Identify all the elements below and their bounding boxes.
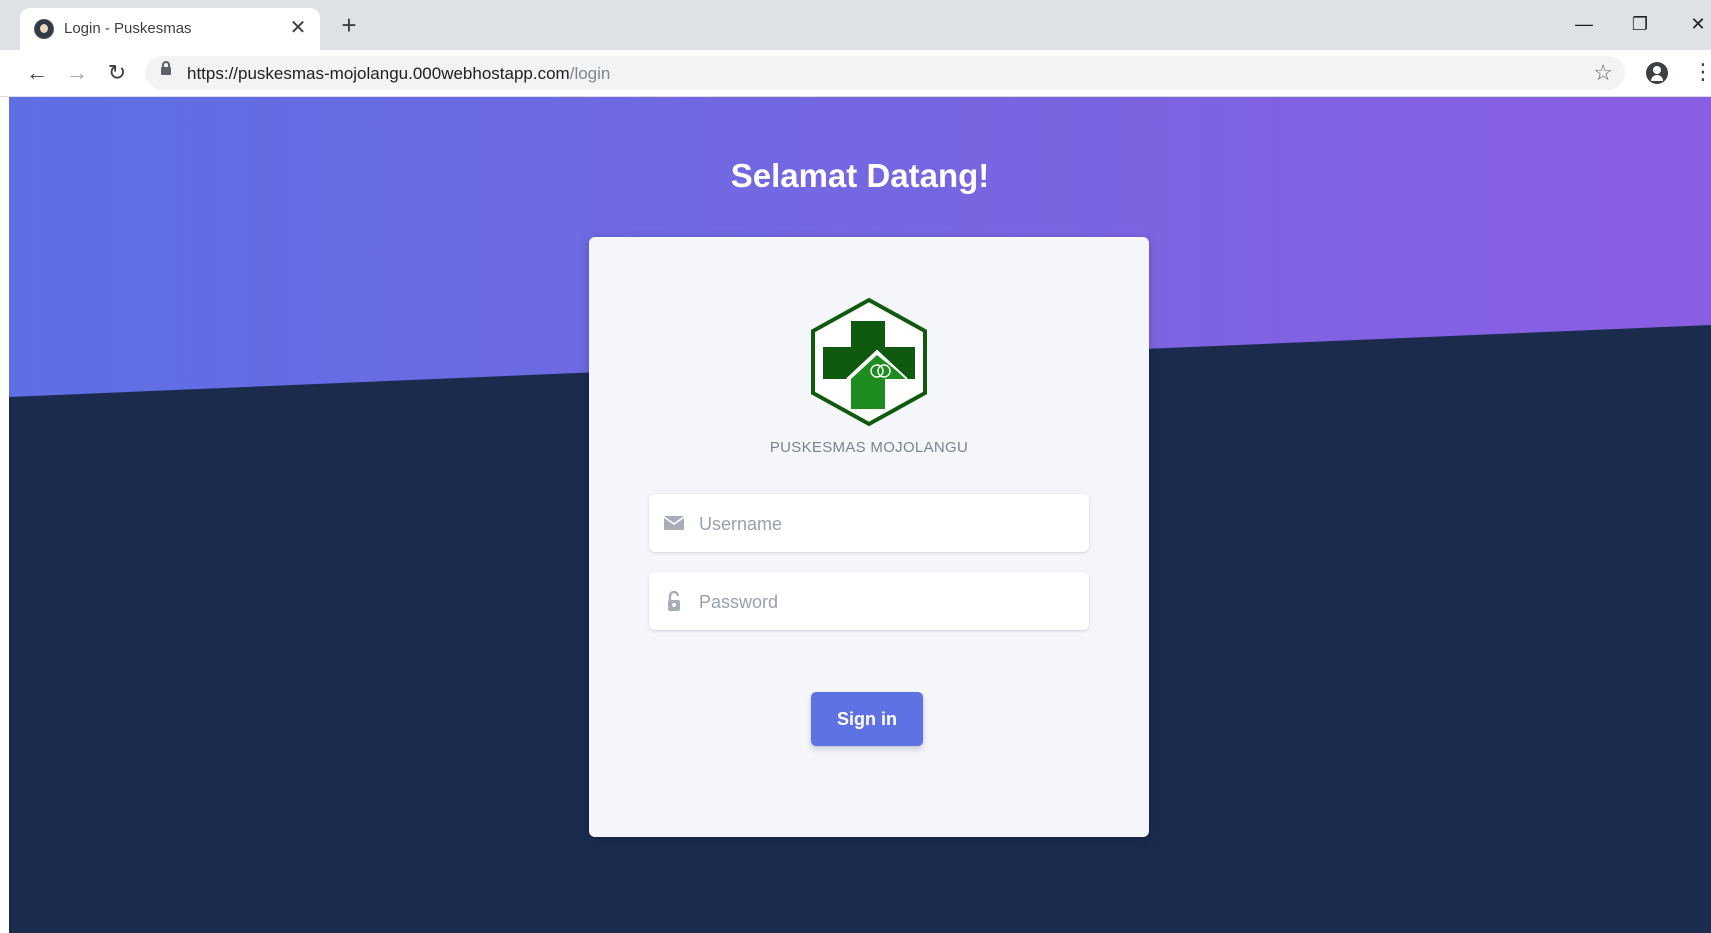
browser-toolbar: ← → ↻ https://puskesmas-mojolangu.000web… [0,50,1711,97]
url-path: /login [569,64,611,83]
browser-tab[interactable]: Login - Puskesmas ✕ [20,8,320,50]
puskesmas-logo-icon [811,297,927,427]
close-window-button[interactable]: ✕ [1684,12,1711,36]
username-field[interactable] [649,494,1089,554]
new-tab-button[interactable]: + [336,12,362,38]
bookmark-star-icon[interactable]: ☆ [1593,60,1613,86]
page-content: Selamat Datang! PUSKESMAS MOJOLANGU User… [9,97,1711,933]
minimize-button[interactable]: — [1570,12,1598,36]
url-base: https://puskesmas-mojolangu.000webhostap… [187,64,570,83]
profile-icon[interactable] [1646,62,1668,84]
restore-button[interactable]: ❐ [1626,12,1654,36]
browser-tabstrip: Login - Puskesmas ✕ + — ❐ ✕ [0,0,1711,50]
menu-icon[interactable]: ⋮ [1692,60,1711,84]
sign-in-button[interactable]: Sign in [811,692,923,746]
login-card: PUSKESMAS MOJOLANGU Sign in [589,237,1149,837]
brand-name: PUSKESMAS MOJOLANGU [769,439,969,456]
back-button[interactable]: ← [24,60,50,86]
reload-button[interactable]: ↻ [104,60,130,86]
lock-icon[interactable] [161,61,171,75]
tab-title: Login - Puskesmas [64,20,192,37]
username-input[interactable] [697,494,1081,554]
favicon-icon [34,19,54,39]
password-field[interactable] [649,572,1089,632]
url-text[interactable]: https://puskesmas-mojolangu.000webhostap… [187,64,610,84]
address-bar[interactable]: https://puskesmas-mojolangu.000webhostap… [145,56,1625,90]
unlock-icon [668,590,680,611]
tab-close-icon[interactable]: ✕ [286,16,310,40]
envelope-icon [663,516,685,530]
page-title: Selamat Datang! [730,157,990,194]
forward-button[interactable]: → [64,60,90,86]
password-input[interactable] [697,572,1081,632]
